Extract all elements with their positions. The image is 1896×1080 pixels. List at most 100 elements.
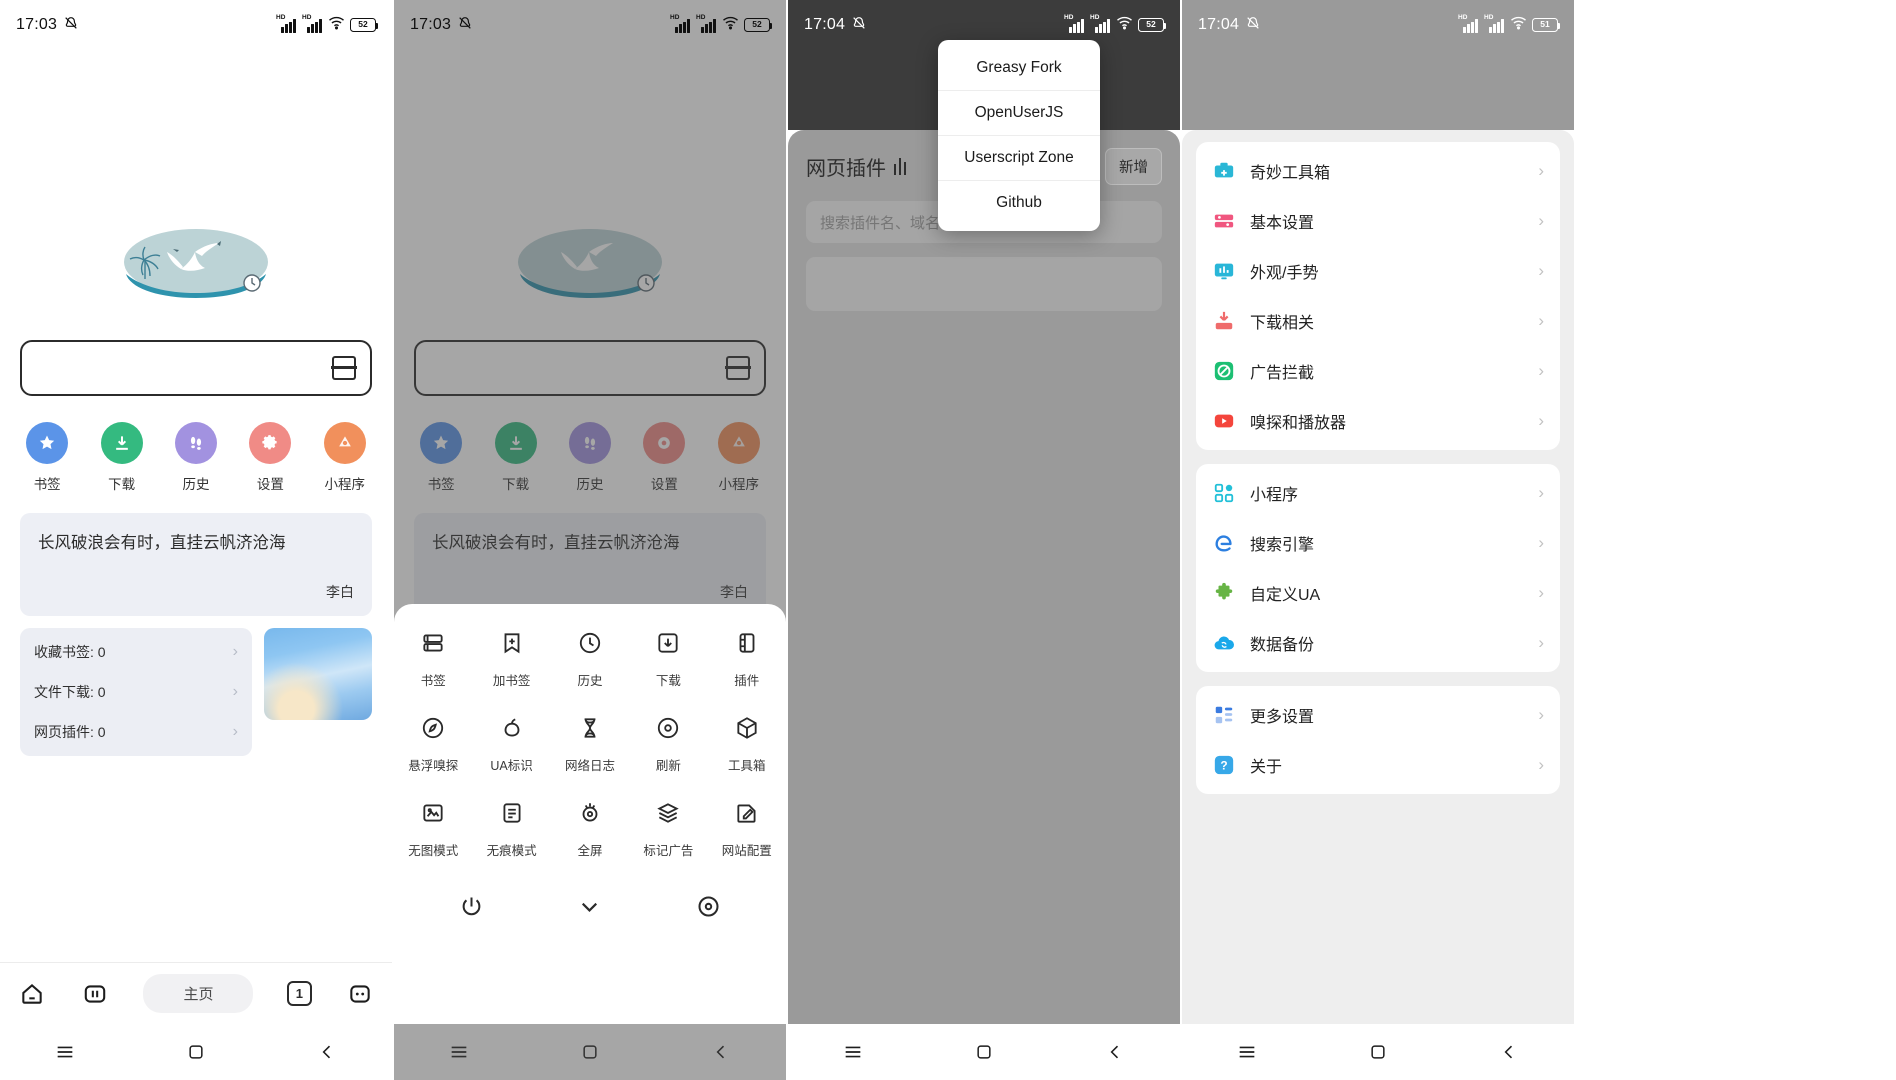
menu-item-history[interactable]: 历史 [551, 626, 629, 689]
add-bookmark-icon [472, 626, 550, 660]
power-icon[interactable] [454, 889, 488, 923]
wifi-icon [722, 16, 739, 35]
menu-item-label: 工具箱 [728, 759, 766, 773]
settings-label: 嗅探和播放器 [1250, 415, 1347, 432]
menu-item-ua[interactable]: UA标识 [472, 711, 550, 774]
menu-item-label: UA标识 [490, 759, 533, 773]
stat-row[interactable]: 网页插件: 0 › [20, 712, 252, 752]
panel-plugins: 17:04 HD HD 52 网页插件 插件库 新增 [788, 0, 1180, 1080]
popup-item-greasyfork[interactable]: Greasy Fork [938, 46, 1100, 90]
chevron-down-icon[interactable] [573, 889, 607, 923]
question-icon: ? [1212, 753, 1236, 777]
menu-item-label: 全屏 [577, 844, 603, 858]
page-title-text: 网页插件 [806, 158, 886, 180]
shortcut-history[interactable]: 历史 [164, 422, 228, 493]
nav-square-icon[interactable] [168, 1037, 224, 1067]
settings-label: 数据备份 [1250, 637, 1315, 654]
menu-item-label: 无图模式 [408, 844, 459, 858]
home-icon[interactable] [17, 979, 47, 1009]
add-plugin-button[interactable]: 新增 [1105, 148, 1162, 185]
status-time: 17:03 [410, 16, 452, 33]
home-page: 书签 下载 历史 设置 小程序 长风破浪会有时，直挂云帆济沧海 李白 收藏书签:… [0, 226, 392, 1080]
nav-menu-icon[interactable] [825, 1037, 881, 1067]
tab-count-button[interactable]: 1 [286, 981, 312, 1006]
nav-square-icon[interactable] [1350, 1037, 1406, 1067]
player-icon [1212, 409, 1236, 433]
nav-back-icon[interactable] [1481, 1037, 1537, 1067]
settings-row-backup[interactable]: 数据备份 › [1196, 618, 1560, 668]
signal-icon-2: HD [1090, 14, 1111, 33]
quote-card[interactable]: 长风破浪会有时，直挂云帆济沧海 李白 [20, 513, 372, 616]
signal-icon-2: HD [302, 14, 323, 33]
menu-item-toolbox[interactable]: 工具箱 [708, 711, 786, 774]
settings-group-3: 更多设置 › ? 关于 › [1196, 686, 1560, 794]
shortcut-settings[interactable]: 设置 [238, 422, 302, 493]
menu-item-sniffer[interactable]: 悬浮嗅探 [394, 711, 472, 774]
stats-card: 收藏书签: 0 › 文件下载: 0 › 网页插件: 0 › [20, 627, 252, 756]
shortcut-downloads[interactable]: 下载 [90, 422, 154, 493]
incognito-icon [472, 796, 550, 830]
menu-item-label: 网站配置 [721, 844, 772, 858]
menu-item-add-bookmark[interactable]: 加书签 [472, 626, 550, 689]
nav-square-icon[interactable] [956, 1037, 1012, 1067]
settings-row-appearance[interactable]: 外观/手势 › [1196, 246, 1560, 296]
menu-item-siteconfig[interactable]: 网站配置 [708, 796, 786, 859]
settings-group-1: 奇妙工具箱 › 基本设置 › 外观/手势 › 下载相关 › 广告拦截 › 嗅探和… [1196, 142, 1560, 450]
settings-target-icon[interactable] [692, 889, 726, 923]
puzzle-icon [1212, 581, 1236, 605]
home-pill-button[interactable]: 主页 [143, 974, 254, 1013]
stat-row[interactable]: 文件下载: 0 › [20, 672, 252, 712]
sliders-icon [1212, 209, 1236, 233]
settings-row-player[interactable]: 嗅探和播放器 › [1196, 396, 1560, 446]
settings-row-miniprogram[interactable]: 小程序 › [1196, 468, 1560, 518]
settings-row-customua[interactable]: 自定义UA › [1196, 568, 1560, 618]
scan-icon[interactable] [331, 356, 357, 380]
wallpaper-thumbnail[interactable] [264, 627, 372, 720]
shortcut-label: 历史 [182, 477, 210, 492]
menu-item-incognito[interactable]: 无痕模式 [472, 796, 550, 859]
status-left: 17:04 [1198, 15, 1261, 36]
menu-item-fullscreen[interactable]: 全屏 [551, 796, 629, 859]
menu-item-netlog[interactable]: 网络日志 [551, 711, 629, 774]
nav-back-icon[interactable] [1087, 1037, 1143, 1067]
menu-item-plugins[interactable]: 插件 [708, 626, 786, 689]
settings-row-about[interactable]: ? 关于 › [1196, 740, 1560, 790]
settings-row-basic[interactable]: 基本设置 › [1196, 196, 1560, 246]
more-menu-icon[interactable] [345, 979, 375, 1009]
menu-item-markads[interactable]: 标记广告 [629, 796, 707, 859]
status-right: HD HD 52 [276, 14, 379, 35]
nav-menu-icon[interactable] [37, 1037, 93, 1067]
shortcut-bookmarks[interactable]: 书签 [15, 422, 79, 493]
wifi-icon [328, 16, 345, 35]
settings-row-download[interactable]: 下载相关 › [1196, 296, 1560, 346]
popup-item-openuserjs[interactable]: OpenUserJS [938, 90, 1100, 135]
menu-item-noimage[interactable]: 无图模式 [394, 796, 472, 859]
search-input[interactable] [20, 340, 372, 396]
settings-label: 奇妙工具箱 [1250, 165, 1331, 182]
android-navbar [0, 1024, 392, 1080]
toolbox-cube-icon [708, 711, 786, 745]
nav-back-icon[interactable] [299, 1037, 355, 1067]
shortcut-label: 小程序 [324, 477, 366, 492]
stat-row[interactable]: 收藏书签: 0 › [20, 632, 252, 672]
nav-menu-icon[interactable] [1219, 1037, 1275, 1067]
menu-item-download[interactable]: 下载 [629, 626, 707, 689]
settings-row-toolbox[interactable]: 奇妙工具箱 › [1196, 146, 1560, 196]
settings-row-adblock[interactable]: 广告拦截 › [1196, 346, 1560, 396]
settings-row-searchengine[interactable]: 搜索引擎 › [1196, 518, 1560, 568]
popup-item-github[interactable]: Github [938, 180, 1100, 225]
popup-item-userscriptzone[interactable]: Userscript Zone [938, 135, 1100, 180]
status-right: HD HD 52 [1064, 14, 1167, 35]
menu-item-refresh[interactable]: 刷新 [629, 711, 707, 774]
chevron-right-icon: › [1538, 311, 1544, 330]
shortcut-miniprogram[interactable]: 小程序 [313, 422, 377, 493]
settings-group-2: 小程序 › 搜索引擎 › 自定义UA › 数据备份 › [1196, 464, 1560, 672]
grid-dot-icon [1212, 481, 1236, 505]
split-window-icon[interactable] [80, 979, 110, 1009]
settings-row-more[interactable]: 更多设置 › [1196, 690, 1560, 740]
battery-icon: 52 [744, 18, 773, 32]
plugin-list-card[interactable] [806, 257, 1162, 311]
chevron-right-icon: › [1538, 533, 1544, 552]
menu-item-bookmarks[interactable]: 书签 [394, 626, 472, 689]
bell-off-icon [1245, 15, 1261, 36]
